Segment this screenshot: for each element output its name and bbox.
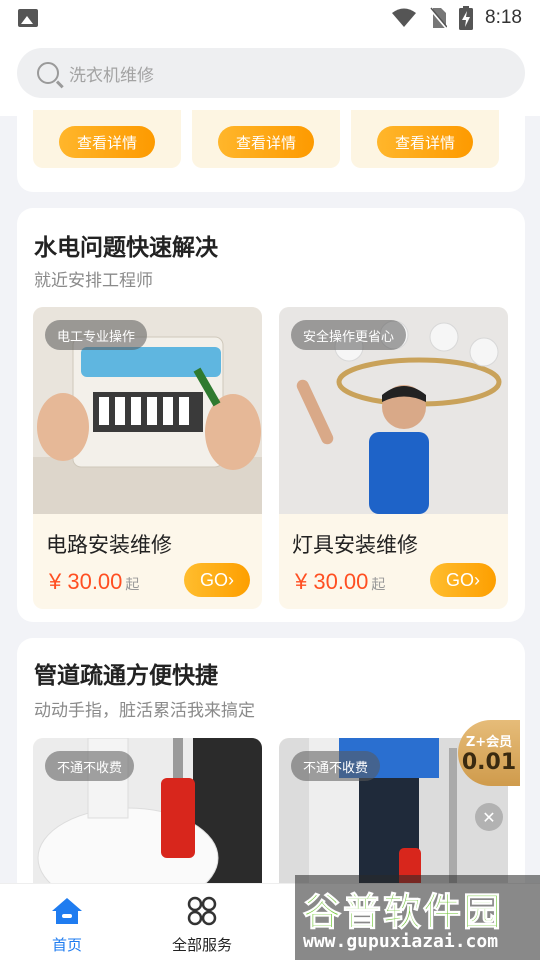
service-tile-circuit[interactable]: 电工专业操作 电路安装维修 ¥ 30.00 起 GO ›: [33, 307, 262, 609]
watermark-title: 谷普软件园: [302, 890, 504, 935]
tile-price: ¥ 30.00 起: [295, 569, 385, 595]
service-card[interactable]: 查看详情: [351, 110, 499, 168]
section-title: 管道疏通方便快捷: [34, 663, 218, 689]
chevron-right-icon: ›: [228, 569, 234, 590]
nav-all-services-label: 全部服务: [171, 936, 232, 954]
service-tile-toilet[interactable]: 不通不收费: [33, 738, 262, 898]
top-services-card: 查看详情 查看详情 查看详情: [17, 100, 525, 192]
go-button[interactable]: GO ›: [430, 563, 496, 597]
chevron-right-icon: ›: [474, 569, 480, 590]
section-subtitle: 就近安排工程师: [34, 271, 153, 291]
view-details-button[interactable]: 查看详情: [218, 126, 314, 158]
price-value: ¥ 30.00: [49, 569, 123, 594]
status-bar: 8:18: [0, 0, 540, 36]
member-badge[interactable]: Z+会员 0.01: [458, 720, 520, 786]
go-label: GO: [445, 569, 474, 590]
gallery-notification-icon: [18, 9, 38, 27]
tile-tag: 电工专业操作: [45, 320, 148, 350]
view-details-button[interactable]: 查看详情: [377, 126, 473, 158]
service-tile-lighting[interactable]: 安全操作更省心 灯具安装维修 ¥ 30.00 起 GO ›: [279, 307, 508, 609]
price-suffix: 起: [125, 577, 140, 593]
no-sim-icon: [429, 7, 448, 29]
close-badge-button[interactable]: ✕: [475, 803, 503, 831]
search-input[interactable]: 洗衣机维修: [17, 48, 525, 98]
search-icon: [37, 62, 59, 84]
nav-home-label: 首页: [51, 936, 82, 954]
go-label: GO: [199, 569, 228, 590]
member-badge-price: 0.01: [461, 750, 517, 775]
tile-tag: 不通不收费: [291, 751, 381, 781]
close-icon: ✕: [482, 807, 496, 827]
tile-price: ¥ 30.00 起: [49, 569, 139, 595]
nav-home[interactable]: 首页: [12, 894, 122, 955]
tile-name: 灯具安装维修: [292, 533, 418, 557]
watermark: 谷普软件园 www.gupuxiazai.com: [295, 875, 540, 960]
battery-charging-icon: [459, 6, 474, 30]
service-card[interactable]: 查看详情: [192, 110, 340, 168]
service-card[interactable]: 查看详情: [33, 110, 181, 168]
watermark-url: www.gupuxiazai.com: [303, 931, 499, 952]
section-title: 水电问题快速解决: [34, 235, 218, 261]
tile-tag: 不通不收费: [45, 751, 135, 781]
search-placeholder: 洗衣机维修: [69, 65, 154, 86]
member-badge-label: Z+会员: [465, 735, 513, 750]
go-button[interactable]: GO ›: [184, 563, 250, 597]
nav-all-services[interactable]: 全部服务: [147, 894, 257, 955]
wifi-icon: [392, 8, 417, 27]
grid-icon: [187, 896, 217, 926]
water-electric-section: 水电问题快速解决 就近安排工程师 电工专业操作 电路安装维修 ¥ 30.00 起 …: [17, 208, 525, 622]
price-suffix: 起: [371, 577, 386, 593]
home-icon: [52, 898, 82, 924]
section-subtitle: 动动手指，脏活累活我来搞定: [34, 701, 255, 721]
price-value: ¥ 30.00: [295, 569, 369, 594]
pipe-section: 管道疏通方便快捷 动动手指，脏活累活我来搞定 不通不收费 不通不收费: [17, 638, 525, 898]
status-time: 8:18: [485, 7, 522, 28]
tile-tag: 安全操作更省心: [291, 320, 407, 350]
tile-name: 电路安装维修: [46, 533, 172, 557]
view-details-button[interactable]: 查看详情: [59, 126, 155, 158]
